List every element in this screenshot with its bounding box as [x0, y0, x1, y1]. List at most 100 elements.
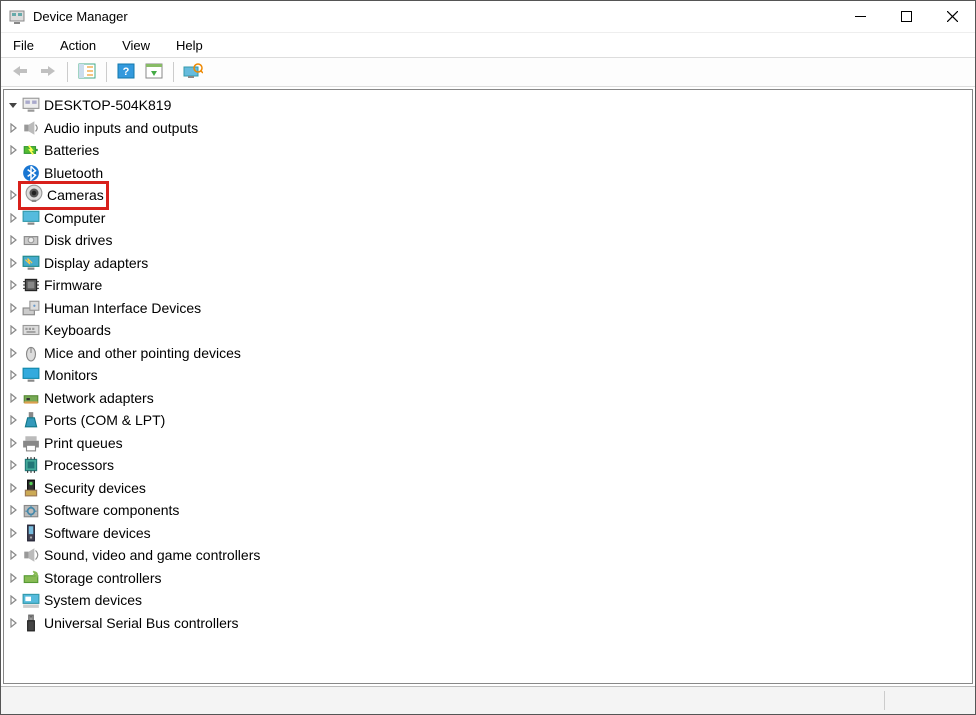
status-bar [1, 686, 975, 714]
toolbar-show-hide-button[interactable] [74, 60, 100, 84]
expand-toggle[interactable] [6, 436, 20, 450]
display-adapter-icon [22, 254, 40, 272]
tree-node[interactable]: Software components [6, 499, 970, 522]
tree-node[interactable]: Network adapters [6, 387, 970, 410]
tree-node-label: Print queues [44, 432, 123, 455]
expand-toggle[interactable] [6, 571, 20, 585]
window-title: Device Manager [33, 9, 128, 24]
tree-node-label: Security devices [44, 477, 146, 500]
menu-view[interactable]: View [118, 36, 154, 55]
mouse-icon [22, 344, 40, 362]
minimize-button[interactable] [837, 1, 883, 32]
expand-toggle[interactable] [6, 526, 20, 540]
expand-toggle[interactable] [6, 256, 20, 270]
expand-toggle[interactable] [6, 211, 20, 225]
tree-node[interactable]: Sound, video and game controllers [6, 544, 970, 567]
tree-node[interactable]: Cameras [6, 184, 970, 207]
usb-icon [22, 614, 40, 632]
menu-action[interactable]: Action [56, 36, 100, 55]
expand-toggle[interactable] [6, 503, 20, 517]
computer-root-icon [22, 96, 40, 114]
device-manager-window: Device Manager File Action View Help [0, 0, 976, 715]
tree-node[interactable]: Bluetooth [6, 162, 970, 185]
tree-node-label: Processors [44, 454, 114, 477]
expand-toggle[interactable] [6, 616, 20, 630]
tree-node[interactable]: Audio inputs and outputs [6, 117, 970, 140]
status-cell [1, 687, 884, 714]
expand-toggle[interactable] [6, 98, 20, 112]
tree-node[interactable]: Print queues [6, 432, 970, 455]
tree-node-label: Cameras [47, 184, 104, 207]
tree-node[interactable]: Storage controllers [6, 567, 970, 590]
scan-hardware-icon [183, 63, 203, 82]
expand-toggle[interactable] [6, 413, 20, 427]
toolbar-separator [106, 62, 107, 82]
tree-node-label: Sound, video and game controllers [44, 544, 260, 567]
monitor-icon [22, 209, 40, 227]
expand-toggle[interactable] [6, 458, 20, 472]
expand-toggle[interactable] [6, 593, 20, 607]
status-cell [885, 687, 975, 714]
expand-toggle[interactable] [6, 301, 20, 315]
expand-toggle[interactable] [6, 481, 20, 495]
tree-node-label: Ports (COM & LPT) [44, 409, 165, 432]
toolbar-back-button[interactable] [7, 60, 33, 84]
tree-node-label: Universal Serial Bus controllers [44, 612, 239, 635]
menu-help[interactable]: Help [172, 36, 207, 55]
bluetooth-icon [22, 164, 40, 182]
expand-toggle[interactable] [6, 346, 20, 360]
storage-icon [22, 569, 40, 587]
tree-node[interactable]: Processors [6, 454, 970, 477]
toolbar-scan-button[interactable] [180, 60, 206, 84]
maximize-button[interactable] [883, 1, 929, 32]
tree-node[interactable]: Human Interface Devices [6, 297, 970, 320]
expand-toggle[interactable] [6, 233, 20, 247]
expand-toggle[interactable] [6, 548, 20, 562]
tree-root-label: DESKTOP-504K819 [44, 94, 171, 117]
tree-node-label: Storage controllers [44, 567, 162, 590]
expand-toggle[interactable] [6, 121, 20, 135]
expand-toggle[interactable] [6, 166, 20, 180]
tree-node[interactable]: Keyboards [6, 319, 970, 342]
toolbar-actions-button[interactable] [141, 60, 167, 84]
expand-toggle[interactable] [6, 278, 20, 292]
expand-toggle[interactable] [6, 368, 20, 382]
expand-toggle[interactable] [6, 323, 20, 337]
tree-node-label: Software components [44, 499, 179, 522]
show-hide-tree-icon [78, 63, 96, 82]
tree-node[interactable]: Firmware [6, 274, 970, 297]
tree-node-label: Software devices [44, 522, 151, 545]
toolbar-forward-button[interactable] [35, 60, 61, 84]
tree-node[interactable]: Display adapters [6, 252, 970, 275]
menu-file[interactable]: File [9, 36, 38, 55]
close-button[interactable] [929, 1, 975, 32]
system-device-icon [22, 591, 40, 609]
tree-node[interactable]: Disk drives [6, 229, 970, 252]
speaker-icon [22, 119, 40, 137]
expand-toggle[interactable] [6, 143, 20, 157]
battery-icon [22, 141, 40, 159]
tree-node[interactable]: Ports (COM & LPT) [6, 409, 970, 432]
window-controls [837, 1, 975, 32]
menu-bar: File Action View Help [1, 33, 975, 57]
tree-node[interactable]: Mice and other pointing devices [6, 342, 970, 365]
tree-node[interactable]: Monitors [6, 364, 970, 387]
tree-node[interactable]: Universal Serial Bus controllers [6, 612, 970, 635]
tree-node[interactable]: System devices [6, 589, 970, 612]
device-tree[interactable]: DESKTOP-504K819 Audio inputs and outputs… [3, 89, 973, 684]
toolbar-help-button[interactable]: ? [113, 60, 139, 84]
firmware-icon [22, 276, 40, 294]
tree-node[interactable]: Computer [6, 207, 970, 230]
tree-node-label: System devices [44, 589, 142, 612]
disk-icon [22, 231, 40, 249]
tree-node[interactable]: Batteries [6, 139, 970, 162]
highlight-box: Cameras [18, 181, 109, 210]
expand-toggle[interactable] [6, 391, 20, 405]
security-icon [22, 479, 40, 497]
tree-root-node[interactable]: DESKTOP-504K819 [6, 94, 970, 117]
processor-icon [22, 456, 40, 474]
tree-node[interactable]: Security devices [6, 477, 970, 500]
tree-node[interactable]: Software devices [6, 522, 970, 545]
software-device-icon [22, 524, 40, 542]
forward-arrow-icon [39, 64, 57, 81]
